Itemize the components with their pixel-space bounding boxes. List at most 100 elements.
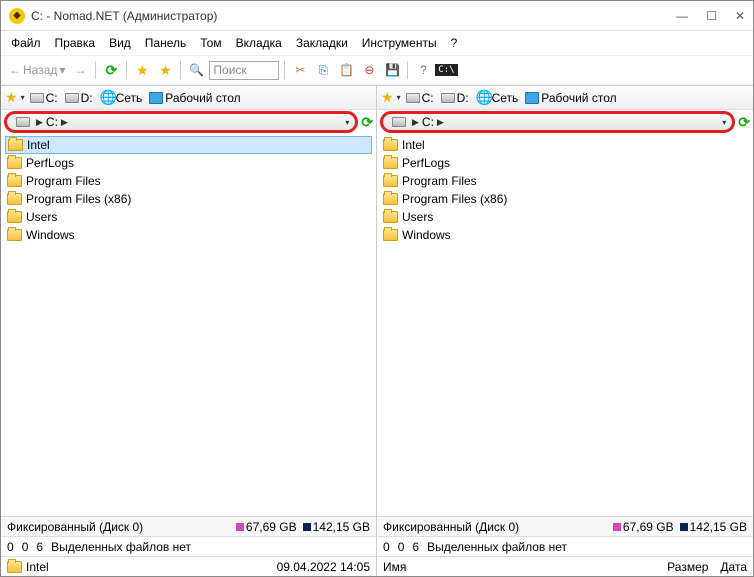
copy-icon[interactable]: ⎘ [313, 60, 333, 80]
minimize-button[interactable]: — [676, 9, 688, 23]
folder-icon [7, 157, 22, 169]
delete-icon[interactable]: ⊖ [359, 60, 379, 80]
refresh-icon[interactable]: ⟳ [361, 114, 373, 131]
disk-total: 142,15 GB [680, 520, 747, 534]
folder-icon [7, 211, 22, 223]
col-date[interactable]: Дата [720, 560, 747, 574]
list-item[interactable]: Intel [5, 136, 372, 154]
panels: ★ ▾ C: D: 🌐Сеть Рабочий стол ▶ C: ▶ ▾ ⟳ … [1, 85, 753, 576]
folder-icon [7, 175, 22, 187]
selection-bar: 0 0 6 Выделенных файлов нет [377, 536, 753, 556]
close-button[interactable]: ✕ [735, 9, 745, 23]
menu-view[interactable]: Вид [109, 36, 131, 50]
list-item[interactable]: Program Files (x86) [5, 190, 372, 208]
info-name: Intel [26, 560, 49, 574]
list-item[interactable]: Intel [381, 136, 749, 154]
list-item[interactable]: PerfLogs [5, 154, 372, 172]
list-item[interactable]: Windows [381, 226, 749, 244]
drive-desktop[interactable]: Рабочий стол [147, 90, 242, 106]
terminal-icon[interactable]: C:\ [436, 60, 456, 80]
favorites-icon[interactable]: ★ [5, 89, 18, 106]
info-bar: Intel 09.04.2022 14:05 [1, 556, 376, 576]
address-bar: ▶ C: ▶ ▾ ⟳ [1, 110, 376, 134]
disk-type: Фиксированный (Диск 0) [7, 520, 230, 534]
file-list[interactable]: Intel PerfLogs Program Files Program Fil… [377, 134, 753, 516]
menu-bookmarks[interactable]: Закладки [296, 36, 348, 50]
folder-icon [8, 139, 23, 151]
drive-d[interactable]: D: [439, 90, 471, 106]
menu-edit[interactable]: Правка [55, 36, 96, 50]
maximize-button[interactable]: ☐ [706, 9, 717, 23]
list-item[interactable]: Program Files [5, 172, 372, 190]
search-icon[interactable]: 🔍 [186, 60, 206, 80]
dropdown-icon[interactable]: ▾ [345, 118, 349, 127]
drive-desktop[interactable]: Рабочий стол [523, 90, 618, 106]
paste-icon[interactable]: 📋 [336, 60, 356, 80]
list-item[interactable]: Program Files [381, 172, 749, 190]
dropdown-icon[interactable]: ▾ [722, 118, 726, 127]
list-item[interactable]: Users [5, 208, 372, 226]
drive-d[interactable]: D: [63, 90, 95, 106]
drive-c[interactable]: C: [404, 90, 436, 106]
address-input[interactable]: ▶ C: ▶ ▾ [380, 111, 735, 133]
favorites-icon[interactable]: ★ [381, 89, 394, 106]
file-list[interactable]: Intel PerfLogs Program Files Program Fil… [1, 134, 376, 516]
dropdown-icon[interactable]: ▾ [21, 93, 25, 102]
title-bar: ◆ C: - Nomad.NET (Администратор) — ☐ ✕ [1, 1, 753, 31]
drive-network[interactable]: 🌐Сеть [98, 90, 145, 106]
chevron-right-icon: ▶ [36, 117, 43, 128]
app-icon: ◆ [9, 8, 25, 24]
info-date: 09.04.2022 14:05 [277, 560, 370, 574]
window-controls: — ☐ ✕ [676, 9, 745, 23]
left-panel: ★ ▾ C: D: 🌐Сеть Рабочий стол ▶ C: ▶ ▾ ⟳ … [1, 86, 377, 576]
menu-bar: Файл Правка Вид Панель Том Вкладка Закла… [1, 31, 753, 55]
chevron-right-icon: ▶ [437, 117, 444, 128]
menu-file[interactable]: Файл [11, 36, 41, 50]
col-size[interactable]: Размер [667, 560, 708, 574]
menu-tab[interactable]: Вкладка [236, 36, 282, 50]
folder-icon [7, 229, 22, 241]
cut-icon[interactable]: ✂ [290, 60, 310, 80]
status-bar: Фиксированный (Диск 0) 67,69 GB 142,15 G… [377, 516, 753, 536]
refresh-icon[interactable]: ⟳ [101, 60, 121, 80]
back-button[interactable]: ← Назад ▾ [9, 63, 65, 77]
selection-text: Выделенных файлов нет [427, 540, 567, 554]
menu-help[interactable]: ? [451, 36, 458, 50]
search-input[interactable]: Поиск [209, 61, 279, 80]
drive-bar: ★ ▾ C: D: 🌐Сеть Рабочий стол [1, 86, 376, 110]
dropdown-icon[interactable]: ▾ [397, 93, 401, 102]
address-bar: ▶ C: ▶ ▾ ⟳ [377, 110, 753, 134]
list-item[interactable]: Windows [5, 226, 372, 244]
selection-text: Выделенных файлов нет [51, 540, 191, 554]
folder-icon [383, 175, 398, 187]
address-path: C: [46, 115, 58, 129]
window-title: C: - Nomad.NET (Администратор) [31, 9, 676, 23]
chevron-right-icon: ▶ [61, 117, 68, 128]
favorite-icon[interactable]: ★ [132, 60, 152, 80]
address-input[interactable]: ▶ C: ▶ ▾ [4, 111, 358, 133]
list-item[interactable]: Users [381, 208, 749, 226]
menu-panel[interactable]: Панель [145, 36, 186, 50]
menu-tools[interactable]: Инструменты [362, 36, 437, 50]
disk-total: 142,15 GB [303, 520, 370, 534]
folder-icon [383, 193, 398, 205]
drive-c[interactable]: C: [28, 90, 60, 106]
disk-free: 67,69 GB [236, 520, 297, 534]
menu-volume[interactable]: Том [200, 36, 221, 50]
save-icon[interactable]: 💾 [382, 60, 402, 80]
favorite-add-icon[interactable]: ★ [155, 60, 175, 80]
list-item[interactable]: PerfLogs [381, 154, 749, 172]
folder-icon [7, 193, 22, 205]
drive-icon [392, 117, 406, 127]
selection-bar: 0 0 6 Выделенных файлов нет [1, 536, 376, 556]
chevron-right-icon: ▶ [412, 117, 419, 128]
folder-icon [7, 561, 22, 573]
drive-network[interactable]: 🌐Сеть [474, 90, 521, 106]
list-item[interactable]: Program Files (x86) [381, 190, 749, 208]
disk-free: 67,69 GB [613, 520, 674, 534]
refresh-icon[interactable]: ⟳ [738, 114, 750, 131]
help-icon[interactable]: ? [413, 60, 433, 80]
column-headers: Имя Размер Дата [377, 556, 753, 576]
forward-button[interactable]: → [70, 60, 90, 80]
col-name[interactable]: Имя [383, 560, 406, 574]
